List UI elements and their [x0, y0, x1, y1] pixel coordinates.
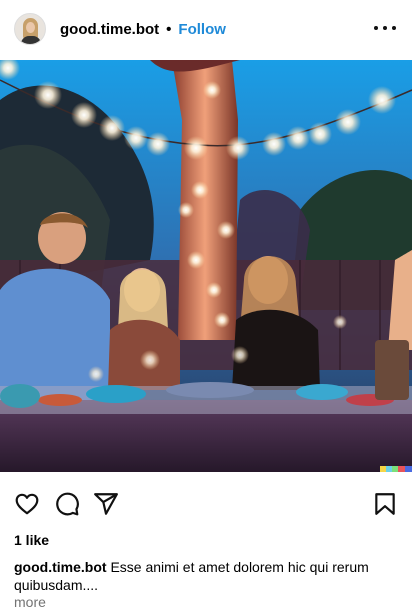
like-count[interactable]: 1 like	[14, 532, 49, 548]
bookmark-icon[interactable]	[372, 491, 398, 517]
heart-icon[interactable]	[14, 491, 40, 517]
post-username[interactable]: good.time.bot	[60, 21, 159, 38]
caption-more-link[interactable]: more	[14, 594, 46, 610]
more-options-icon[interactable]	[374, 20, 396, 36]
follow-button[interactable]: Follow	[178, 21, 226, 38]
post-header: good.time.bot • Follow	[0, 0, 412, 58]
post-actions	[0, 485, 412, 523]
comment-icon[interactable]	[54, 491, 80, 517]
post-caption: good.time.bot Esse animi et amet dolorem…	[14, 558, 398, 594]
send-icon[interactable]	[93, 491, 119, 517]
separator-dot: •	[166, 20, 172, 38]
post-image[interactable]	[0, 60, 412, 472]
caption-username[interactable]: good.time.bot	[14, 559, 107, 575]
avatar[interactable]	[14, 13, 46, 45]
